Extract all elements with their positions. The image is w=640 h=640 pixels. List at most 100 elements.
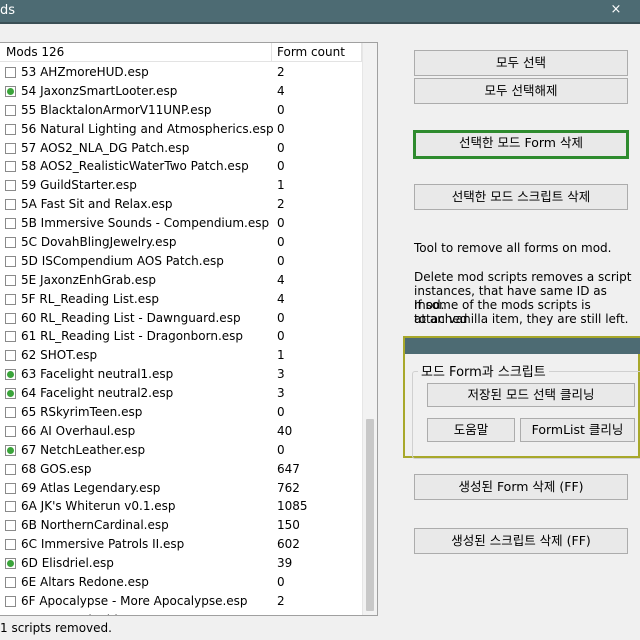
mod-checkbox[interactable] [5,501,16,513]
mod-checkbox[interactable] [5,577,16,589]
mod-checkbox[interactable] [5,595,16,607]
mod-checkbox[interactable] [5,539,16,551]
column-header-form-count[interactable]: Form count [272,43,362,62]
tool-description: Tool to remove all forms on mod. [414,241,612,255]
list-item[interactable]: 5B Immersive Sounds - Compendium.esp 0 [0,214,362,233]
list-item[interactable]: 67 NetchLeather.esp 0 [0,441,362,460]
form-count: 4 [277,83,285,98]
clean-saved-selection-button[interactable]: 저장된 모드 선택 클리닝 [427,383,635,407]
mod-checkbox[interactable] [5,463,16,475]
mod-checkbox[interactable] [5,558,16,570]
mod-name: 62 SHOT.esp [21,348,98,363]
form-count: 0 [277,442,285,457]
list-item[interactable]: 5C DovahBlingJewelry.esp 0 [0,233,362,252]
list-item[interactable]: 65 RSkyrimTeen.esp 0 [0,403,362,422]
mod-checkbox[interactable] [5,180,16,192]
list-item[interactable]: 54 JaxonzSmartLooter.esp 4 [0,82,362,101]
mod-checkbox[interactable] [5,331,16,343]
select-all-button[interactable]: 모두 선택 [414,50,628,76]
close-icon[interactable]: × [592,0,640,22]
list-item[interactable]: 5A Fast Sit and Relax.esp 2 [0,195,362,214]
scrollbar-thumb[interactable] [366,419,374,611]
panel-header [405,338,640,354]
mod-checkbox[interactable] [5,312,16,324]
mod-name: 6C Immersive Patrols II.esp [21,537,185,552]
mod-checkbox[interactable] [5,142,16,154]
vertical-scrollbar[interactable] [362,43,377,615]
delete-generated-scripts-button[interactable]: 생성된 스크립트 삭제 (FF) [414,528,628,554]
list-item[interactable]: 66 AI Overhaul.esp 40 [0,422,362,441]
mod-name: 57 AOS2_NLA_DG Patch.esp [21,140,190,155]
mod-name: 5B Immersive Sounds - Compendium.esp [21,216,270,231]
list-item[interactable]: 5E JaxonzEnhGrab.esp 4 [0,271,362,290]
form-count: 2 [277,65,285,79]
mod-checkbox[interactable] [5,274,16,286]
form-count: 2 [277,593,285,608]
mod-checkbox[interactable] [5,350,16,362]
mod-checkbox[interactable] [5,237,16,249]
mod-checkbox[interactable] [5,520,16,532]
list-item[interactable]: 6A JK's Whiterun v0.1.esp 1085 [0,497,362,516]
mod-checkbox[interactable] [5,482,16,494]
list-item[interactable]: 70 TDNEquipableHorns.esp 0 [0,611,362,615]
window-title: ds [0,3,16,18]
form-count: 0 [277,253,285,268]
mod-name: 54 JaxonzSmartLooter.esp [21,83,178,98]
mod-checkbox[interactable] [5,388,16,400]
formlist-clean-button[interactable]: FormList 클리닝 [520,418,635,442]
mod-name: 64 Facelight neutral2.esp [21,386,174,401]
mod-checkbox[interactable] [5,407,16,419]
list-item[interactable]: 53 AHZmoreHUD.esp 2 [0,63,362,82]
mod-list[interactable]: Mods 126 Form count 53 AHZmoreHUD.esp 2 54… [0,42,378,616]
list-item[interactable]: 68 GOS.esp 647 [0,460,362,479]
form-count: 0 [277,235,285,250]
list-item[interactable]: 64 Facelight neutral2.esp 3 [0,384,362,403]
mod-checkbox[interactable] [5,293,16,305]
mod-checkbox[interactable] [5,218,16,230]
mod-name: 6D Elisdriel.esp [21,556,114,571]
list-item[interactable]: 6D Elisdriel.esp 39 [0,554,362,573]
mod-name: 5A Fast Sit and Relax.esp [21,197,173,212]
list-item[interactable]: 57 AOS2_NLA_DG Patch.esp 0 [0,139,362,158]
list-item[interactable]: 62 SHOT.esp 1 [0,346,362,365]
mod-checkbox[interactable] [5,104,16,116]
list-item[interactable]: 60 RL_Reading List - Dawnguard.esp 0 [0,309,362,328]
delete-selected-forms-button[interactable]: 선택한 모드 Form 삭제 [413,130,629,159]
form-count: 647 [277,461,300,476]
mod-checkbox[interactable] [5,255,16,267]
mod-checkbox[interactable] [5,614,16,615]
list-item[interactable]: 56 Natural Lighting and Atmospherics.esp… [0,120,362,139]
list-item[interactable]: 5D ISCompendium AOS Patch.esp 0 [0,252,362,271]
delete-selected-scripts-button[interactable]: 선택한 모드 스크립트 삭제 [414,184,628,210]
list-item[interactable]: 5F RL_Reading List.esp 4 [0,290,362,309]
status-text: 1 scripts removed. [0,621,112,635]
list-item[interactable]: 6C Immersive Patrols II.esp 602 [0,535,362,554]
mod-checkbox[interactable] [5,199,16,211]
list-item[interactable]: 6F Apocalypse - More Apocalypse.esp 2 [0,592,362,611]
list-item[interactable]: 63 Facelight neutral1.esp 3 [0,365,362,384]
mod-name: 5F RL_Reading List.esp [21,291,159,306]
mod-checkbox[interactable] [5,123,16,135]
deselect-all-button[interactable]: 모두 선택해제 [414,78,628,104]
mod-checkbox[interactable] [5,161,16,173]
mod-checkbox[interactable] [5,444,16,456]
form-count: 39 [277,556,293,571]
delete-generated-forms-button[interactable]: 생성된 Form 삭제 (FF) [414,474,628,500]
list-item[interactable]: 6E Altars Redone.esp 0 [0,573,362,592]
mod-checkbox[interactable] [5,85,16,97]
form-count: 2 [277,197,285,212]
list-item[interactable]: 69 Atlas Legendary.esp 762 [0,479,362,498]
form-count: 0 [277,216,285,231]
list-item[interactable]: 61 RL_Reading List - Dragonborn.esp 0 [0,327,362,346]
list-item[interactable]: 58 AOS2_RealisticWaterTwo Patch.esp 0 [0,157,362,176]
column-header-mods[interactable]: Mods 126 [0,43,272,62]
mod-checkbox[interactable] [5,425,16,437]
mod-checkbox[interactable] [5,369,16,381]
list-item[interactable]: 6B NorthernCardinal.esp 150 [0,516,362,535]
form-count: 40 [277,423,293,438]
help-button[interactable]: 도움말 [427,418,515,442]
mod-checkbox[interactable] [5,67,16,78]
list-item[interactable]: 59 GuildStarter.esp 1 [0,176,362,195]
mod-name: 6B NorthernCardinal.esp [21,518,169,533]
list-item[interactable]: 55 BlacktalonArmorV11UNP.esp 0 [0,101,362,120]
